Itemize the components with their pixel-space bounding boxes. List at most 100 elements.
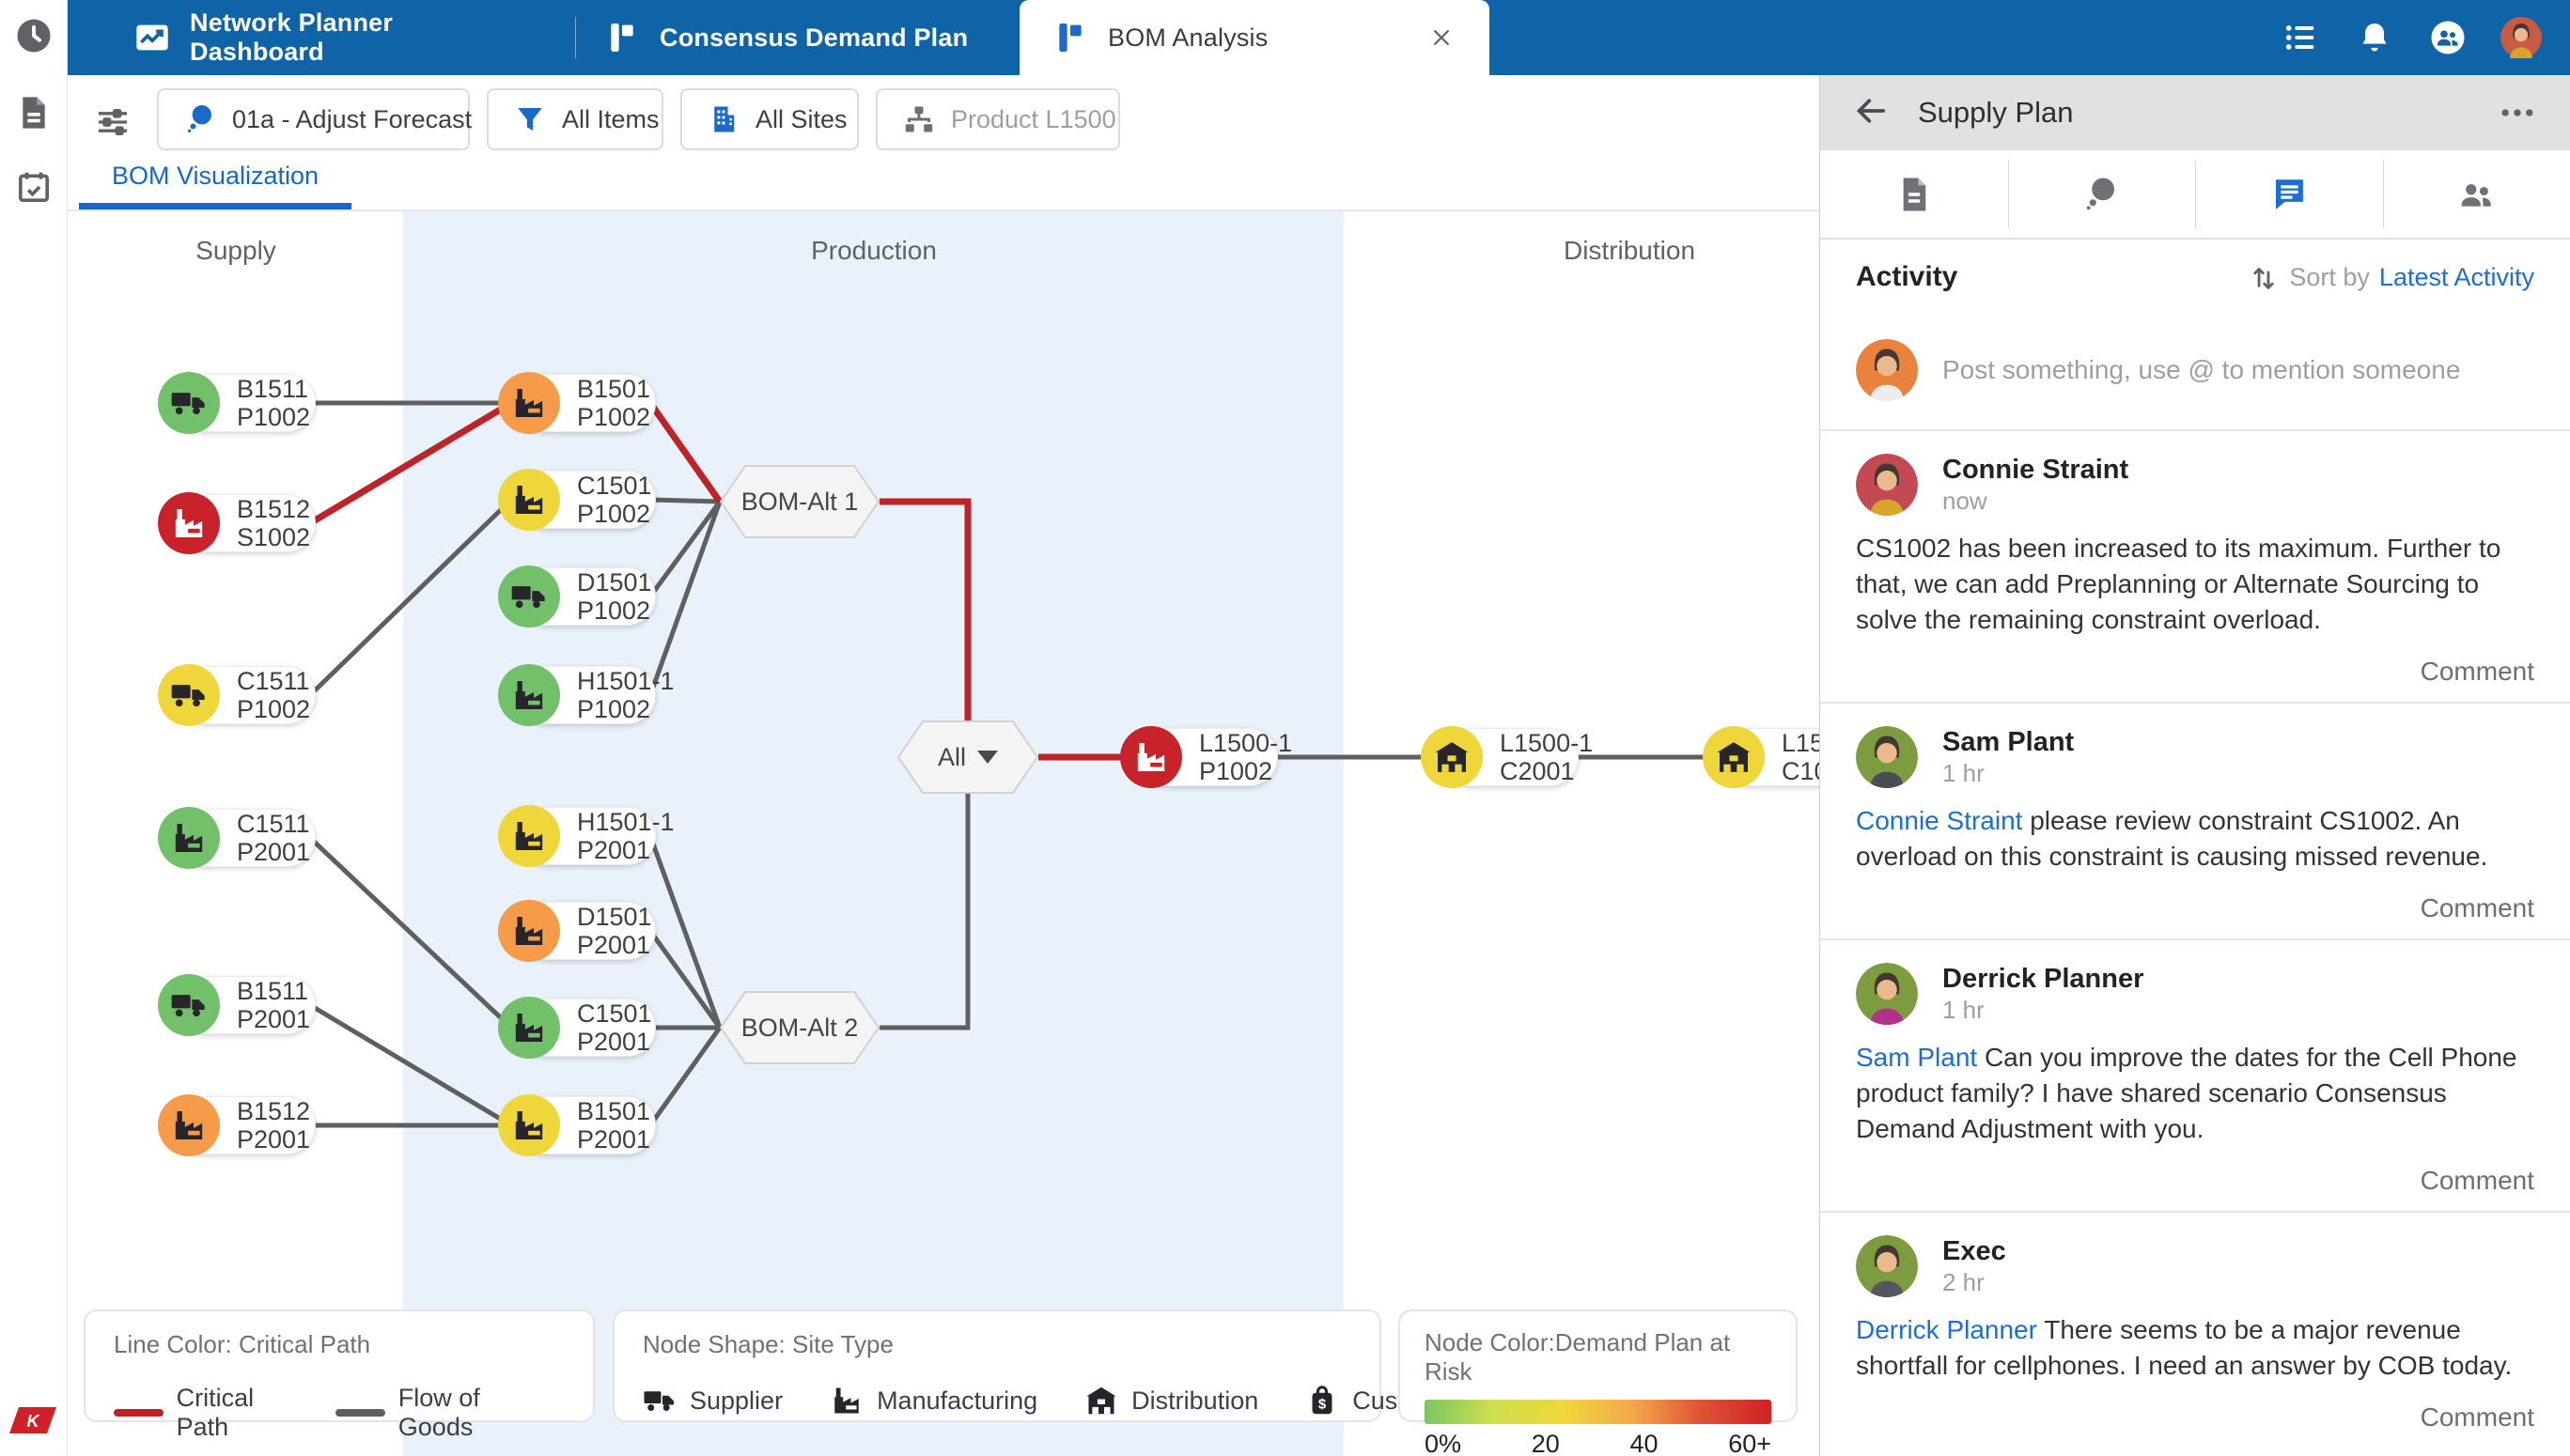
node-factory-icon [498, 469, 560, 531]
comment-meta: Sam Plant 1 hr [1942, 726, 2074, 788]
view-list-icon[interactable] [2281, 17, 2322, 58]
node-H1501-1-P1002[interactable]: H1501-1 P1002 [498, 664, 675, 726]
node-factory-icon [498, 805, 560, 867]
node-label: C1511 P2001 [237, 810, 311, 866]
more-options-icon[interactable] [2497, 92, 2538, 133]
panel-tab-comments[interactable] [2195, 150, 2383, 238]
comment-action-link[interactable]: Comment [1856, 1402, 2534, 1433]
recent-history-icon[interactable] [13, 15, 55, 56]
hex-bom-alt-1[interactable]: BOM-Alt 1 [720, 465, 880, 538]
filter-01a-adjust-forecast[interactable]: 01a - Adjust Forecast [157, 88, 472, 150]
panel-tab-scenarios[interactable] [2007, 150, 2196, 238]
node-D1501-P1002[interactable]: D1501 P1002 [498, 565, 656, 627]
comment-action-link[interactable]: Comment [1856, 657, 2534, 687]
money-icon: $ [1305, 1384, 1339, 1417]
comment-action-link[interactable]: Comment [1856, 1166, 2534, 1196]
kinaxis-logo: K [9, 1405, 56, 1435]
edge-flow-of-goods [647, 500, 723, 598]
comment-head: Connie Straint now [1856, 454, 2534, 516]
node-factory-icon [158, 1094, 220, 1156]
user-avatar[interactable] [2500, 17, 2542, 58]
risk-tick-label: 0% [1425, 1430, 1462, 1456]
post-composer[interactable]: Post something, use @ to mention someone [1820, 315, 2570, 431]
filter-all-sites[interactable]: All Sites [680, 88, 859, 150]
close-icon[interactable] [1425, 22, 1457, 54]
column-header-supply: Supply [195, 236, 276, 265]
node-warehouse-icon [1421, 726, 1483, 788]
filter-all-items[interactable]: All Items [487, 88, 663, 150]
filter-label: All Items [562, 104, 660, 133]
legend-item-manufacturing: Manufacturing [830, 1384, 1037, 1417]
truck-icon [643, 1384, 677, 1417]
comment-timestamp: now [1942, 487, 1987, 515]
node-B1501-P1002[interactable]: B1501 P1002 [498, 372, 656, 434]
node-D1501-P2001[interactable]: D1501 P2001 [498, 900, 656, 962]
node-factory-icon [158, 492, 220, 554]
warehouse-icon [1084, 1384, 1118, 1417]
node-label: L1500-1 P1002 [1199, 729, 1293, 785]
comment-text: CS1002 has been increased to its maximum… [1856, 534, 2501, 634]
left-rail: K [0, 0, 68, 1456]
dropdown-caret-icon [977, 751, 998, 764]
node-H1501-1-P2001[interactable]: H1501-1 P2001 [498, 805, 675, 867]
panel-tab-details[interactable] [1820, 150, 2008, 238]
node-B1512-S1002[interactable]: B1512 S1002 [158, 492, 316, 554]
node-C1501-P1002[interactable]: C1501 P1002 [498, 469, 656, 531]
critical-line-swatch [114, 1409, 164, 1417]
filter-product-l1500[interactable]: Product L1500 [876, 88, 1120, 150]
node-label: B1501 P2001 [577, 1097, 651, 1154]
node-L1500-1-P1002[interactable]: L1500-1 P1002 [1120, 726, 1292, 788]
tab-network-planner-dashboard[interactable]: Network Planner Dashboard [124, 0, 528, 75]
node-truck-icon [158, 372, 220, 434]
legend-node-color-title: Node Color:Demand Plan at Risk [1425, 1328, 1731, 1386]
sort-arrows-icon[interactable] [2248, 261, 2280, 293]
panel-title: Supply Plan [1918, 96, 2074, 129]
comment-item: Derrick Planner 1 hr Sam Plant Can you imp… [1820, 940, 2570, 1213]
column-header-distribution: Distribution [1563, 236, 1696, 265]
comment-timestamp: 1 hr [1942, 759, 1985, 787]
documents-icon[interactable] [13, 92, 55, 133]
node-B1511-P1002[interactable]: B1511 P1002 [158, 372, 316, 434]
legend-item-distribution: Distribution [1084, 1384, 1258, 1417]
node-factory-icon [498, 997, 560, 1059]
filter-settings-icon[interactable] [92, 101, 133, 143]
commenter-name: Connie Straint [1942, 455, 2129, 485]
comment-action-link[interactable]: Comment [1856, 893, 2534, 923]
edge-flow-of-goods [647, 835, 723, 1029]
factory-icon [830, 1384, 864, 1417]
tab-bom-analysis[interactable]: BOM Analysis [1020, 0, 1489, 75]
panel-tab-people[interactable] [2382, 150, 2570, 238]
sort-value-link[interactable]: Latest Activity [2379, 263, 2534, 292]
filter-label: Product L1500 [951, 104, 1116, 133]
node-C1501-P2001[interactable]: C1501 P2001 [498, 997, 656, 1059]
supply-plan-panel: Supply Plan Activity Sort by Latest Acti… [1819, 75, 2570, 1456]
bom-edges [308, 399, 1718, 1128]
calendar-tasks-icon[interactable] [13, 166, 55, 208]
hex-label: BOM-Alt 2 [740, 1013, 859, 1042]
back-icon[interactable] [1852, 92, 1890, 134]
tab-bom-visualization[interactable]: BOM Visualization [79, 162, 351, 191]
legend-item-flow-of-goods: Flow of Goods [335, 1384, 533, 1442]
node-C1511-P2001[interactable]: C1511 P2001 [158, 807, 316, 869]
hex-bom-alt-2[interactable]: BOM-Alt 2 [720, 991, 880, 1064]
node-factory-icon [498, 900, 560, 962]
node-B1512-P2001[interactable]: B1512 P2001 [158, 1094, 316, 1156]
node-C1511-P1002[interactable]: C1511 P1002 [158, 664, 316, 726]
filter-scenario-bubble-icon [183, 102, 217, 136]
node-L1500-1-C2001[interactable]: L1500-1 C2001 [1421, 726, 1593, 788]
mention-link[interactable]: Sam Plant [1856, 1043, 1977, 1072]
legend-node-shape: Node Shape: Site Type Supplier Manufactur… [613, 1309, 1462, 1422]
node-B1511-P2001[interactable]: B1511 P2001 [158, 974, 316, 1036]
mention-link[interactable]: Derrick Planner [1856, 1315, 2037, 1344]
notifications-bell-icon[interactable] [2354, 17, 2395, 58]
node-label: L1500-1C1001 [1782, 729, 1819, 785]
node-B1501-P2001[interactable]: B1501 P2001 [498, 1094, 656, 1156]
node-L1500-1-C1001[interactable]: L1500-1C1001 [1703, 726, 1819, 788]
tab-label: Consensus Demand Plan [660, 23, 969, 52]
hex-all[interactable]: All [897, 720, 1038, 794]
tab-consensus-demand-plan[interactable]: Consensus Demand Plan [594, 0, 989, 75]
mention-link[interactable]: Connie Straint [1856, 806, 2022, 835]
edge-critical-path [647, 400, 723, 504]
edge-flow-of-goods [308, 498, 513, 697]
people-icon[interactable] [2427, 17, 2469, 58]
